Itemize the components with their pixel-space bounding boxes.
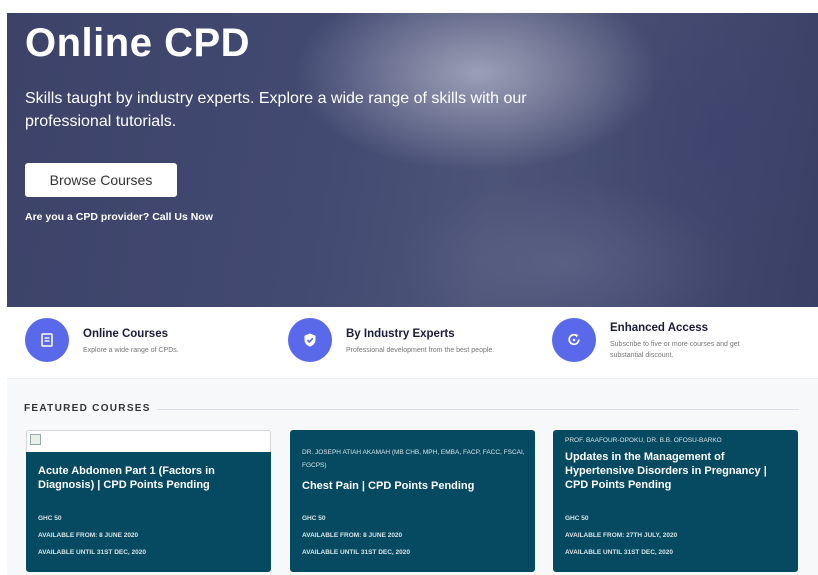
features-strip: Online Courses Explore a wide range of C… bbox=[7, 307, 818, 379]
course-price: GHC 50 bbox=[38, 515, 62, 522]
course-card[interactable]: PROF. BAAFOUR-OPOKU, DR. B.B. OFOSU-BARK… bbox=[553, 430, 798, 572]
page-title: Online CPD bbox=[25, 21, 251, 65]
course-authors: DR. JOSEPH ATIAH AKAMAH (MB CHB, MPH, EM… bbox=[302, 449, 525, 469]
course-card[interactable]: DR. JOSEPH ATIAH AKAMAH (MB CHB, MPH, EM… bbox=[290, 430, 535, 572]
featured-courses-section: FEATURED COURSES Acute Abdomen Part 1 (F… bbox=[7, 379, 818, 575]
feature-description: Professional development from the best p… bbox=[346, 347, 495, 354]
feature-description: Explore a wide range of CPDs. bbox=[83, 347, 179, 354]
course-price: GHC 50 bbox=[302, 515, 326, 522]
feature-description: Subscribe to five or more courses and ge… bbox=[610, 341, 740, 359]
feature-icon-circle bbox=[288, 318, 332, 362]
feature-industry-experts: By Industry Experts Professional develop… bbox=[288, 307, 538, 379]
cpd-provider-link[interactable]: Are you a CPD provider? Call Us Now bbox=[25, 211, 213, 223]
feature-title: Online Courses bbox=[83, 328, 168, 340]
refresh-icon bbox=[568, 333, 580, 346]
heading-divider bbox=[157, 409, 799, 410]
shield-check-icon bbox=[304, 333, 316, 347]
course-available-from: AVAILABLE FROM: 27TH JULY, 2020 bbox=[565, 532, 678, 539]
book-icon bbox=[41, 333, 53, 347]
hero-banner: Online CPD Skills taught by industry exp… bbox=[7, 13, 818, 307]
course-authors: PROF. BAAFOUR-OPOKU, DR. B.B. OFOSU-BARK… bbox=[565, 437, 722, 444]
browse-courses-button[interactable]: Browse Courses bbox=[25, 163, 177, 197]
course-card[interactable]: Acute Abdomen Part 1 (Factors in Diagnos… bbox=[26, 430, 271, 572]
feature-online-courses: Online Courses Explore a wide range of C… bbox=[25, 307, 265, 379]
course-title[interactable]: Updates in the Management of Hypertensiv… bbox=[565, 450, 787, 492]
feature-icon-circle bbox=[552, 318, 596, 362]
feature-icon-circle bbox=[25, 318, 69, 362]
feature-title: Enhanced Access bbox=[610, 322, 709, 334]
course-price: GHC 50 bbox=[565, 515, 589, 522]
course-title[interactable]: Chest Pain | CPD Points Pending bbox=[302, 479, 524, 493]
hero-subtitle: Skills taught by industry experts. Explo… bbox=[25, 90, 527, 130]
course-image bbox=[26, 430, 271, 452]
course-available-until: AVAILABLE UNTIL 31ST DEC, 2020 bbox=[38, 549, 146, 556]
course-available-until: AVAILABLE UNTIL 31ST DEC, 2020 bbox=[565, 549, 673, 556]
broken-image-icon bbox=[30, 434, 41, 445]
feature-enhanced-access: Enhanced Access Subscribe to five or mor… bbox=[552, 307, 812, 379]
course-available-from: AVAILABLE FROM: 8 JUNE 2020 bbox=[302, 532, 403, 539]
course-title[interactable]: Acute Abdomen Part 1 (Factors in Diagnos… bbox=[38, 464, 260, 492]
course-available-from: AVAILABLE FROM: 8 JUNE 2020 bbox=[38, 532, 139, 539]
feature-title: By Industry Experts bbox=[346, 328, 455, 340]
featured-courses-heading: FEATURED COURSES bbox=[24, 403, 151, 414]
course-available-until: AVAILABLE UNTIL 31ST DEC, 2020 bbox=[302, 549, 410, 556]
